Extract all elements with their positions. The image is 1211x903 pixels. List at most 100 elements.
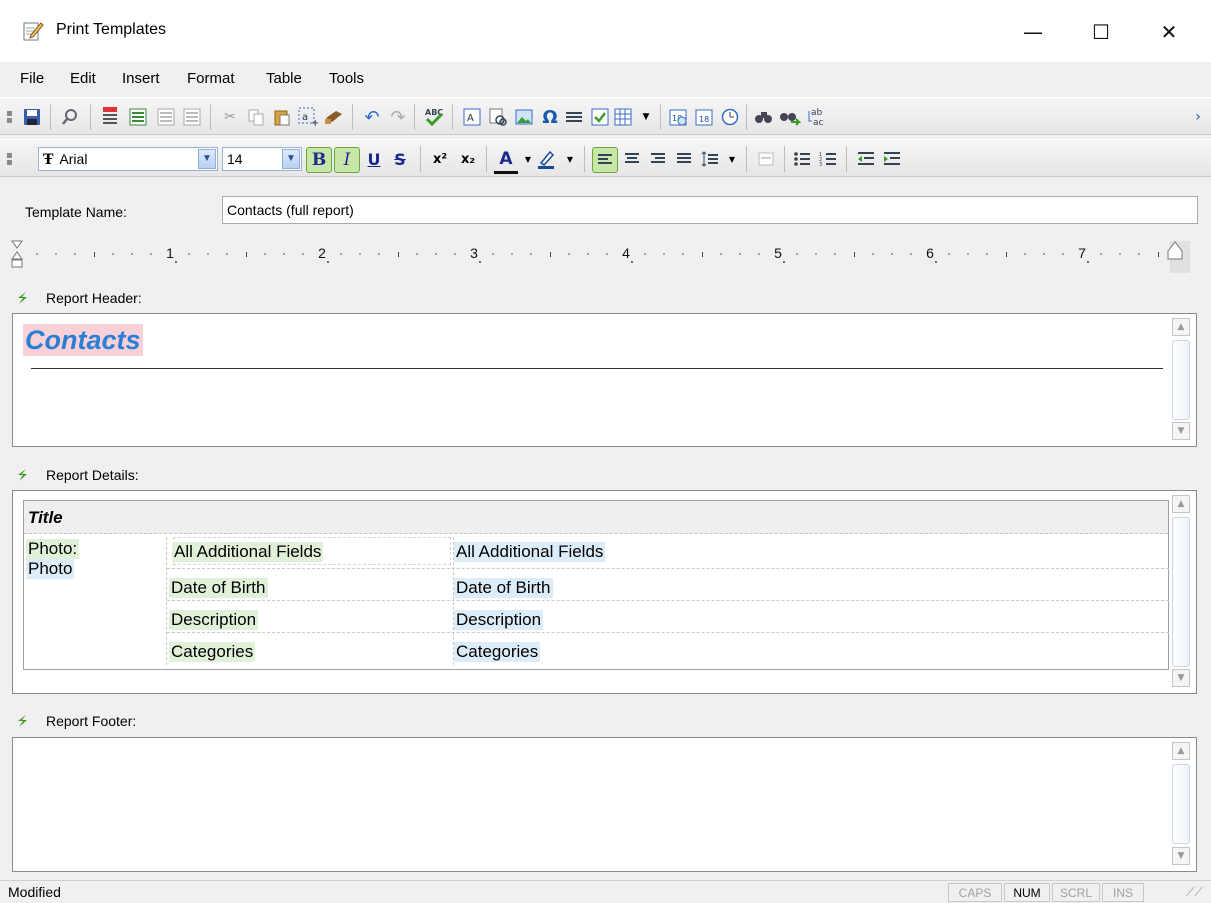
align-center-icon[interactable]: [620, 147, 644, 171]
scroll-down-icon[interactable]: ▼: [1172, 669, 1190, 687]
toolbar-overflow-icon[interactable]: ›: [1186, 105, 1210, 129]
header-scrollbar[interactable]: ▲ ▼: [1170, 318, 1192, 442]
replace-icon[interactable]: ab ac: [804, 105, 828, 129]
select-all-icon[interactable]: a +: [296, 105, 320, 129]
font-size-combo[interactable]: 14 ▼: [222, 147, 302, 171]
menu-tools[interactable]: Tools: [329, 70, 364, 87]
bullet-list-icon[interactable]: [790, 147, 814, 171]
scroll-thumb[interactable]: [1172, 517, 1190, 667]
highlight-dropdown-icon[interactable]: ▼: [558, 147, 582, 171]
strikethrough-button[interactable]: S: [388, 147, 412, 171]
field-list-icon[interactable]: [126, 105, 150, 129]
subscript-button[interactable]: x₂: [456, 147, 480, 171]
svg-text:a: a: [302, 112, 308, 123]
report-footer-editor[interactable]: ▲ ▼: [12, 737, 1197, 872]
save-icon[interactable]: [20, 105, 44, 129]
insert-image-icon[interactable]: [512, 105, 536, 129]
template-name-input[interactable]: [222, 196, 1198, 224]
font-name-dropdown-icon[interactable]: ▼: [198, 149, 216, 169]
ruler-tick: [1119, 253, 1121, 255]
justify-icon[interactable]: [672, 147, 696, 171]
ruler-tick: [454, 253, 456, 255]
paragraph-disabled-icon[interactable]: [754, 147, 778, 171]
field-value-birth: Date of Birth: [454, 578, 553, 598]
menu-edit[interactable]: Edit: [70, 70, 96, 87]
decrease-indent-icon[interactable]: [854, 147, 878, 171]
checkbox-icon[interactable]: [588, 105, 612, 129]
table-dropdown-icon[interactable]: ▼: [634, 105, 658, 129]
ruler-tick: [758, 253, 760, 255]
field-list-disabled-icon[interactable]: [154, 105, 178, 129]
line-spacing-dropdown-icon[interactable]: ▼: [720, 147, 744, 171]
highlight-color-icon[interactable]: [534, 147, 558, 171]
menu-format[interactable]: Format: [187, 70, 235, 87]
redo-icon[interactable]: ↷: [386, 105, 410, 129]
close-button[interactable]: ✕: [1146, 14, 1192, 50]
ruler-tick: [479, 261, 481, 263]
resize-grip-icon[interactable]: ⟋⟋: [1186, 885, 1203, 900]
separator: [746, 146, 747, 172]
underline-button[interactable]: U: [362, 147, 386, 171]
superscript-button[interactable]: x²: [428, 147, 452, 171]
report-header-editor[interactable]: Contacts ▲ ▼: [12, 313, 1197, 447]
insert-title-icon[interactable]: [98, 105, 122, 129]
format-painter-icon[interactable]: [322, 105, 346, 129]
bold-button[interactable]: B: [306, 147, 332, 173]
scroll-up-icon[interactable]: ▲: [1172, 742, 1190, 760]
header-content-title: Contacts: [23, 324, 143, 356]
numbered-list-icon[interactable]: 123: [816, 147, 840, 171]
font-color-button[interactable]: A: [494, 147, 518, 174]
increase-indent-icon[interactable]: [880, 147, 904, 171]
insert-symbol-icon[interactable]: Ω: [538, 105, 562, 129]
italic-button[interactable]: I: [334, 147, 360, 173]
paste-icon[interactable]: [270, 105, 294, 129]
copy-icon[interactable]: [244, 105, 268, 129]
calendar-icon[interactable]: 18: [692, 105, 716, 129]
scroll-thumb[interactable]: [1172, 764, 1190, 844]
align-left-button[interactable]: [592, 147, 618, 173]
line-spacing-icon[interactable]: [698, 147, 722, 171]
undo-icon[interactable]: ↶: [360, 105, 384, 129]
svg-text:ac: ac: [813, 118, 824, 127]
scroll-down-icon[interactable]: ▼: [1172, 422, 1190, 440]
horizontal-line-icon[interactable]: [562, 105, 586, 129]
clock-icon[interactable]: [718, 105, 742, 129]
menu-file[interactable]: File: [20, 70, 44, 87]
field-label-birth: Date of Birth: [169, 578, 268, 598]
toolbar-grip[interactable]: ▪ ▪: [6, 109, 13, 126]
spellcheck-icon[interactable]: ABC: [422, 105, 446, 129]
report-details-editor[interactable]: Title Photo: Photo All Additional Fields…: [12, 490, 1197, 694]
ruler-tick: [226, 253, 228, 255]
find-next-icon[interactable]: [778, 105, 802, 129]
details-scrollbar[interactable]: ▲ ▼: [1170, 495, 1192, 689]
ruler-tick: [702, 252, 703, 257]
maximize-button[interactable]: ☐: [1078, 14, 1124, 50]
insert-link-icon[interactable]: [486, 105, 510, 129]
find-icon[interactable]: [752, 105, 776, 129]
menu-table[interactable]: Table: [266, 70, 302, 87]
insert-text-box-icon[interactable]: A: [460, 105, 484, 129]
template-name-label: Template Name:: [25, 204, 127, 220]
font-size-dropdown-icon[interactable]: ▼: [282, 149, 300, 169]
ruler[interactable]: 1 2 3 4 5 6 7: [10, 237, 1190, 277]
insert-date-icon[interactable]: 18: [666, 105, 690, 129]
insert-table-icon[interactable]: [612, 105, 636, 129]
scroll-thumb[interactable]: [1172, 340, 1190, 420]
minimize-button[interactable]: —: [1010, 14, 1056, 50]
scroll-up-icon[interactable]: ▲: [1172, 495, 1190, 513]
toolbar-grip[interactable]: ▪ ▪: [6, 151, 13, 168]
ruler-tick: [302, 253, 304, 255]
scroll-down-icon[interactable]: ▼: [1172, 847, 1190, 865]
ruler-tick: [416, 253, 418, 255]
print-preview-icon[interactable]: [58, 105, 82, 129]
ruler-tick: [1024, 253, 1026, 255]
align-right-icon[interactable]: [646, 147, 670, 171]
menu-insert[interactable]: Insert: [122, 70, 160, 87]
status-bar: Modified CAPS NUM SCRL INS ⟋⟋: [0, 880, 1211, 903]
field-list-disabled-icon-2[interactable]: [180, 105, 204, 129]
svg-text:3: 3: [819, 162, 822, 167]
scroll-up-icon[interactable]: ▲: [1172, 318, 1190, 336]
cut-icon[interactable]: ✂: [218, 105, 242, 129]
font-name-combo[interactable]: Ŧ Arial ▼: [38, 147, 218, 171]
footer-scrollbar[interactable]: ▲ ▼: [1170, 742, 1192, 867]
